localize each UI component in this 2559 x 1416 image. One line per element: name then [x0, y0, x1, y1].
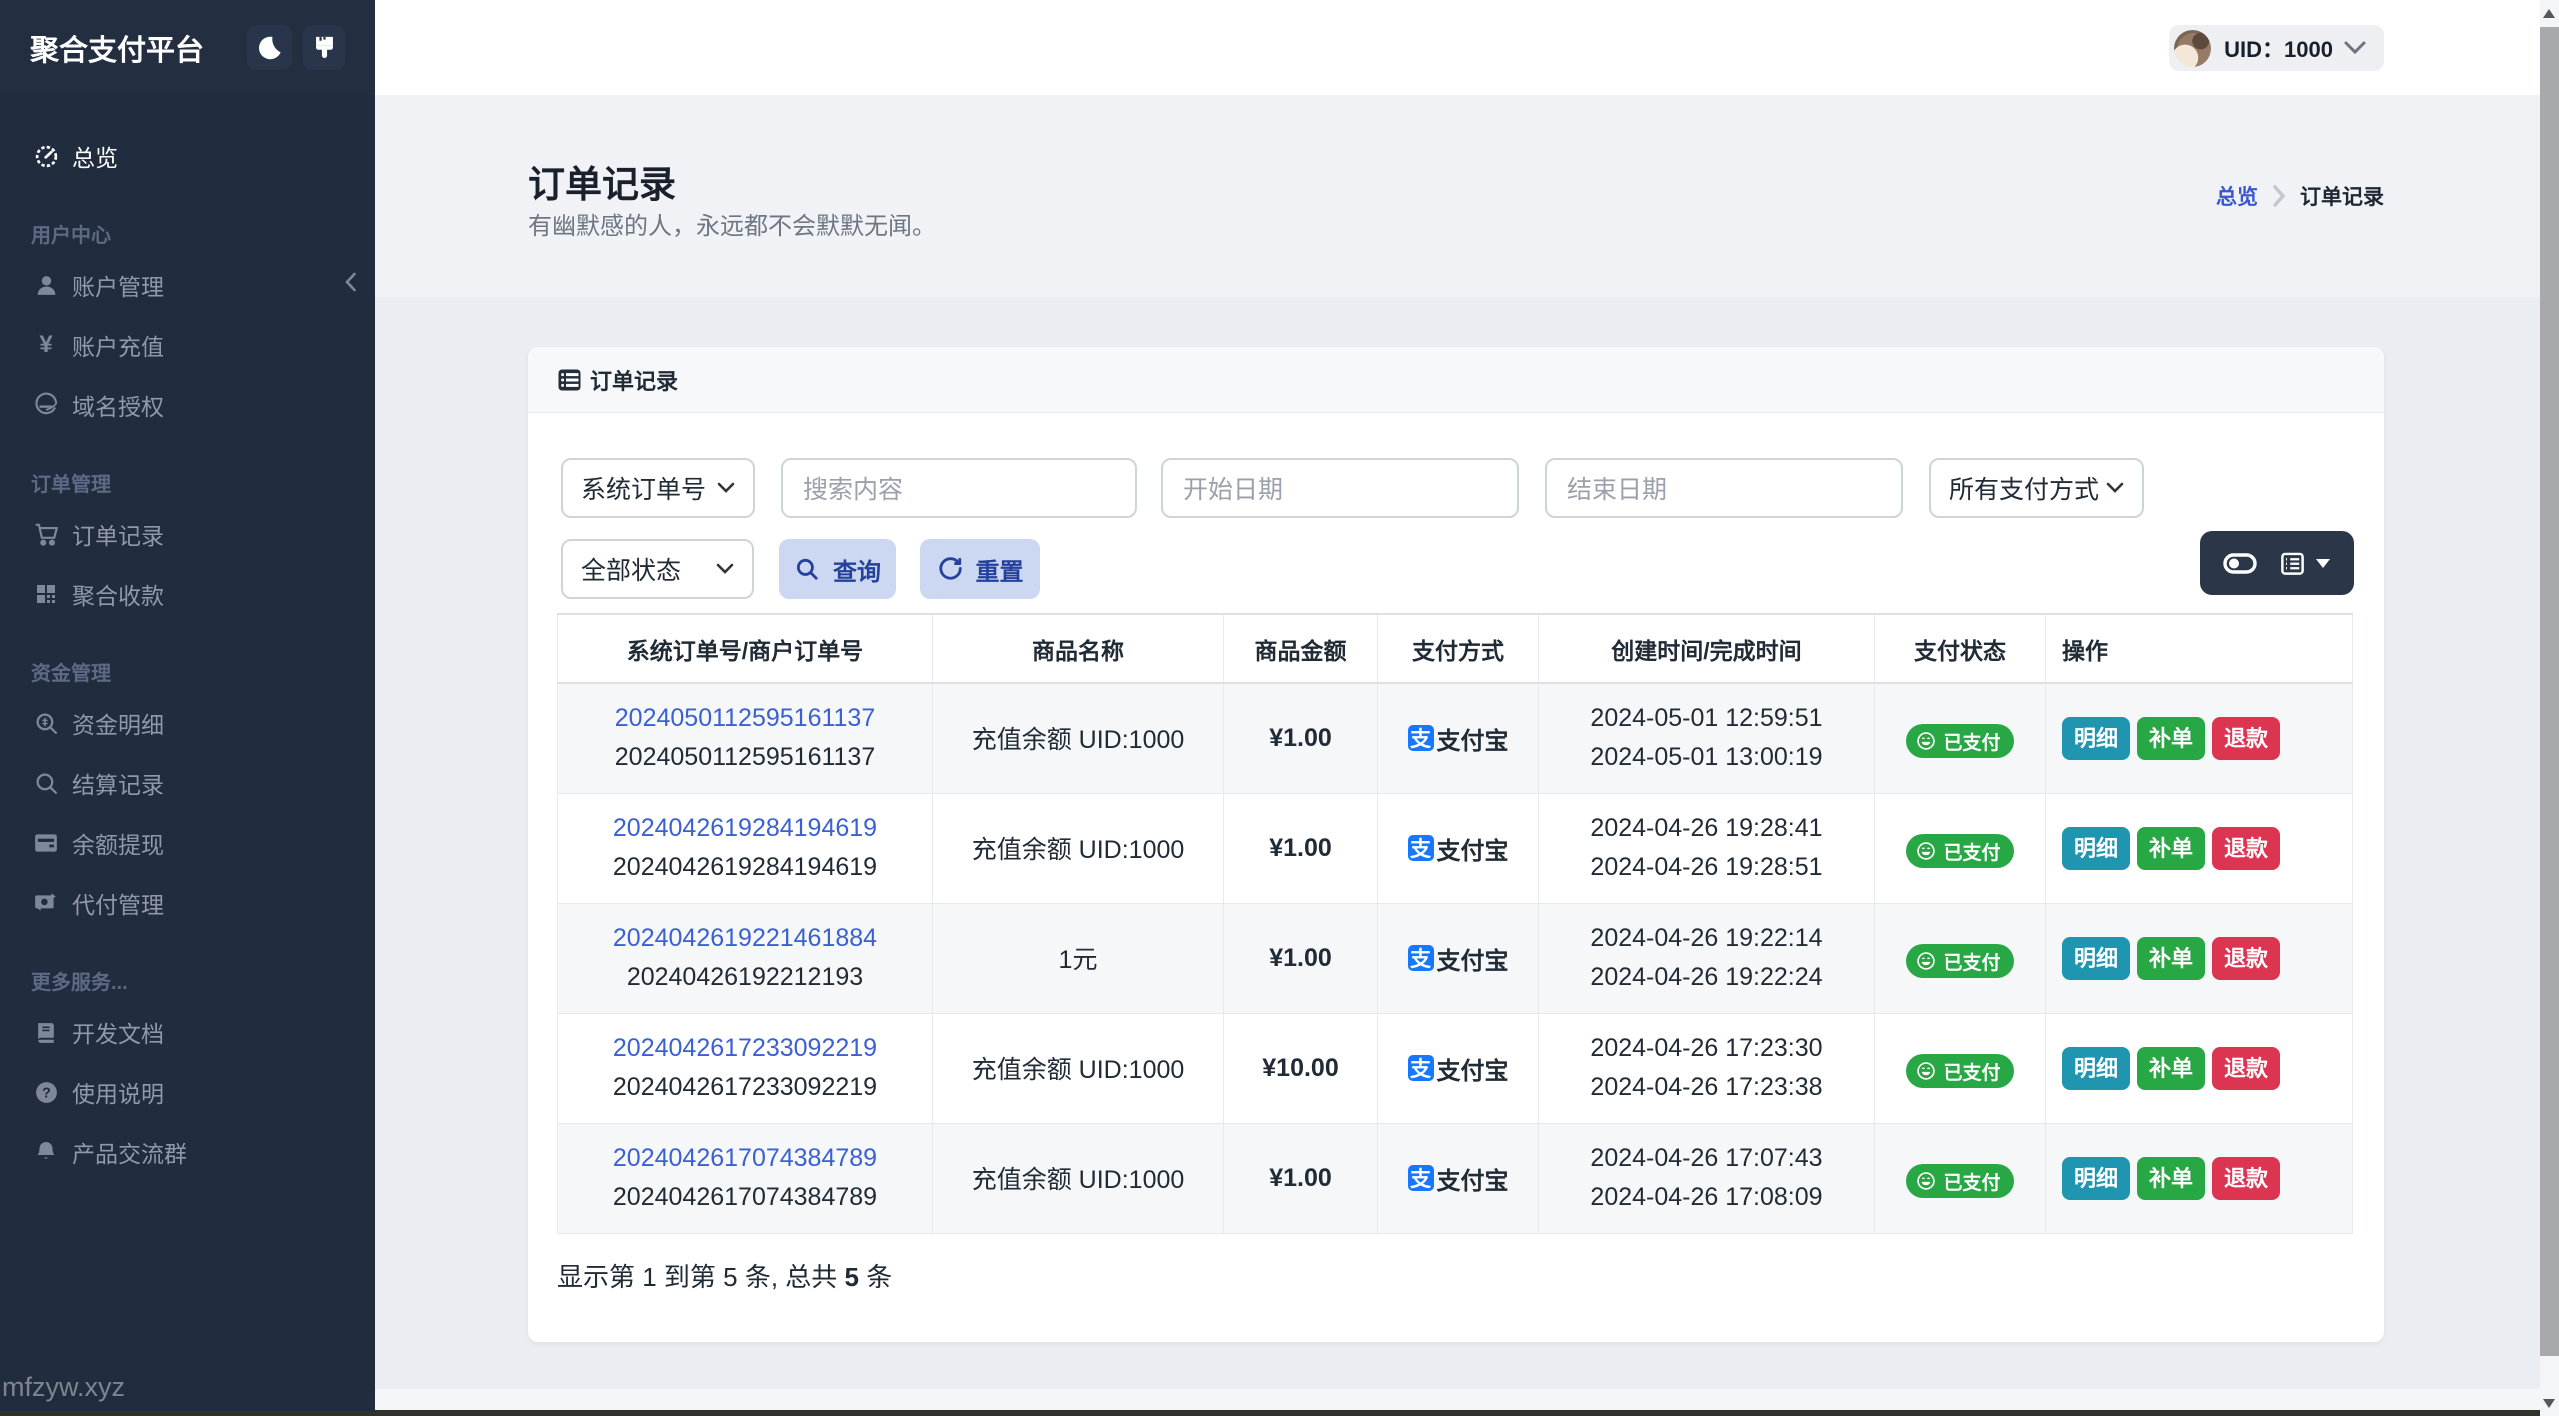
svg-text:?: ? — [42, 1085, 51, 1101]
